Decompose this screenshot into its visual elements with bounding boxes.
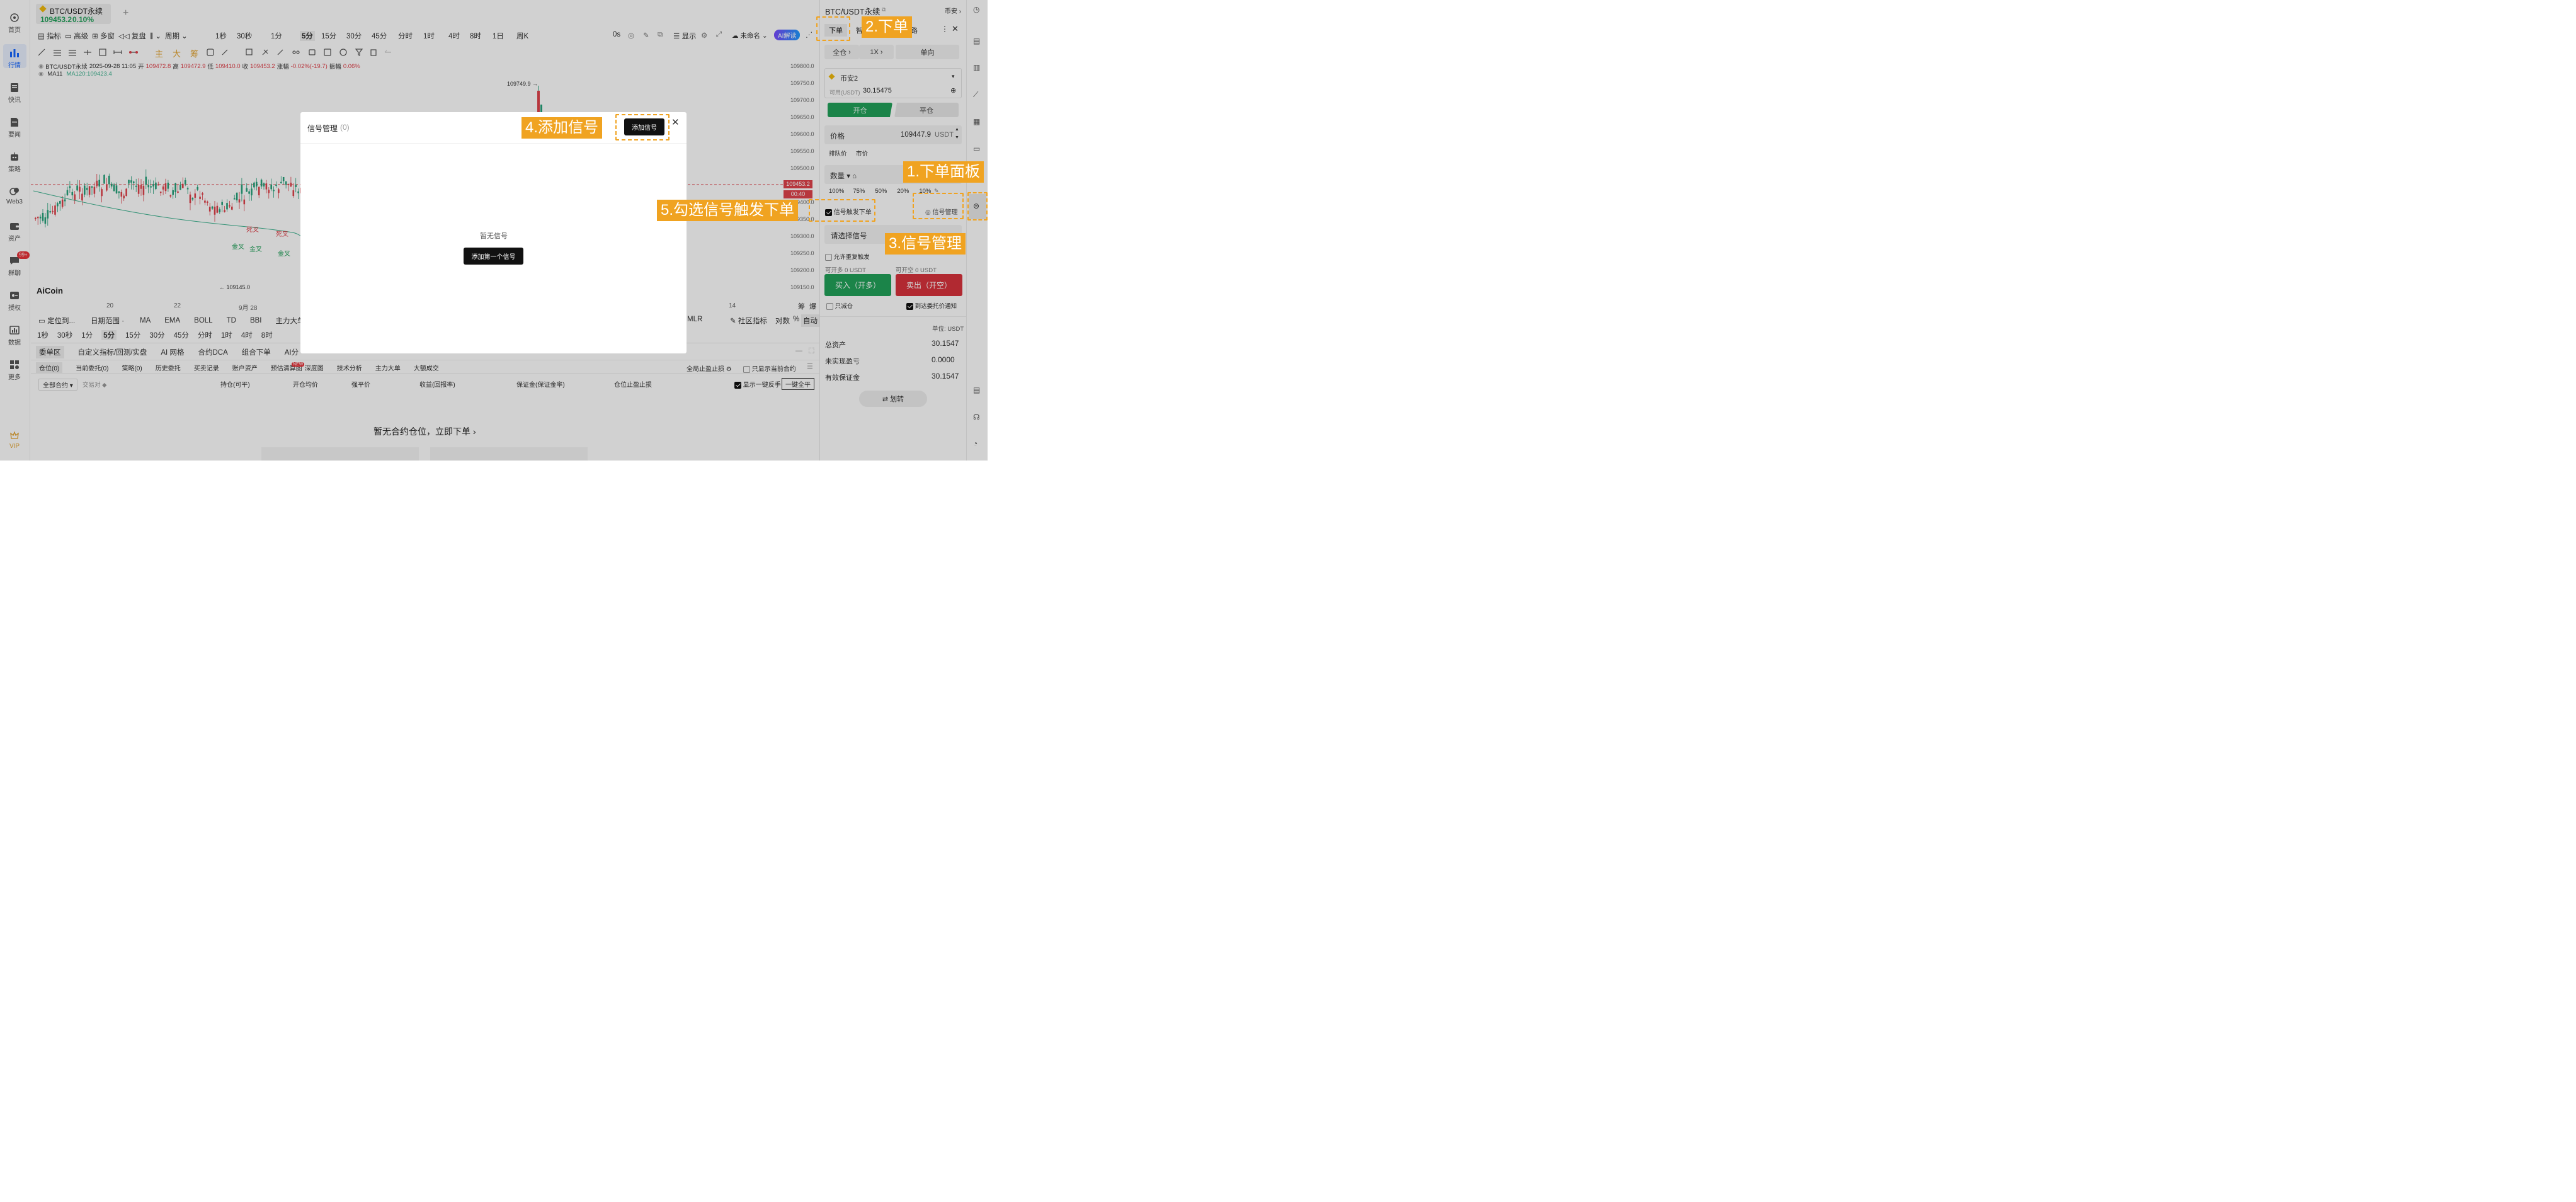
annotation-order-tab: 2.下单 <box>862 16 913 38</box>
add-first-signal-button[interactable]: 添加第一个信号 <box>464 248 523 265</box>
modal-title: 信号管理 <box>307 124 338 133</box>
annotation-signal-trigger: 5.勾选信号触发下单 <box>657 200 799 221</box>
annotation-signal-manage: 3.信号管理 <box>885 233 966 255</box>
annotation-box-order-panel <box>967 192 988 220</box>
modal-count: (0) <box>340 123 350 132</box>
annotation-box-signal-trigger <box>809 199 875 222</box>
annotation-box-signal-manage <box>913 193 964 219</box>
annotation-order-panel: 1.下单面板 <box>903 161 984 183</box>
modal-divider <box>300 143 687 144</box>
close-icon[interactable]: ✕ <box>671 117 680 128</box>
annotation-add-signal: 4.添加信号 <box>521 117 603 139</box>
annotation-box-order-tab <box>816 16 850 41</box>
empty-signal-text: 暂无信号 <box>480 232 508 240</box>
signal-manage-modal: 信号管理 (0) 添加信号 ✕ 暂无信号 添加第一个信号 <box>300 112 687 353</box>
app-root: 首页 行情 快讯 要闻 策略 Web3 资产 99+ 群聊 授权 数据 更多 V… <box>0 0 988 461</box>
annotation-box-add-signal <box>615 114 670 140</box>
